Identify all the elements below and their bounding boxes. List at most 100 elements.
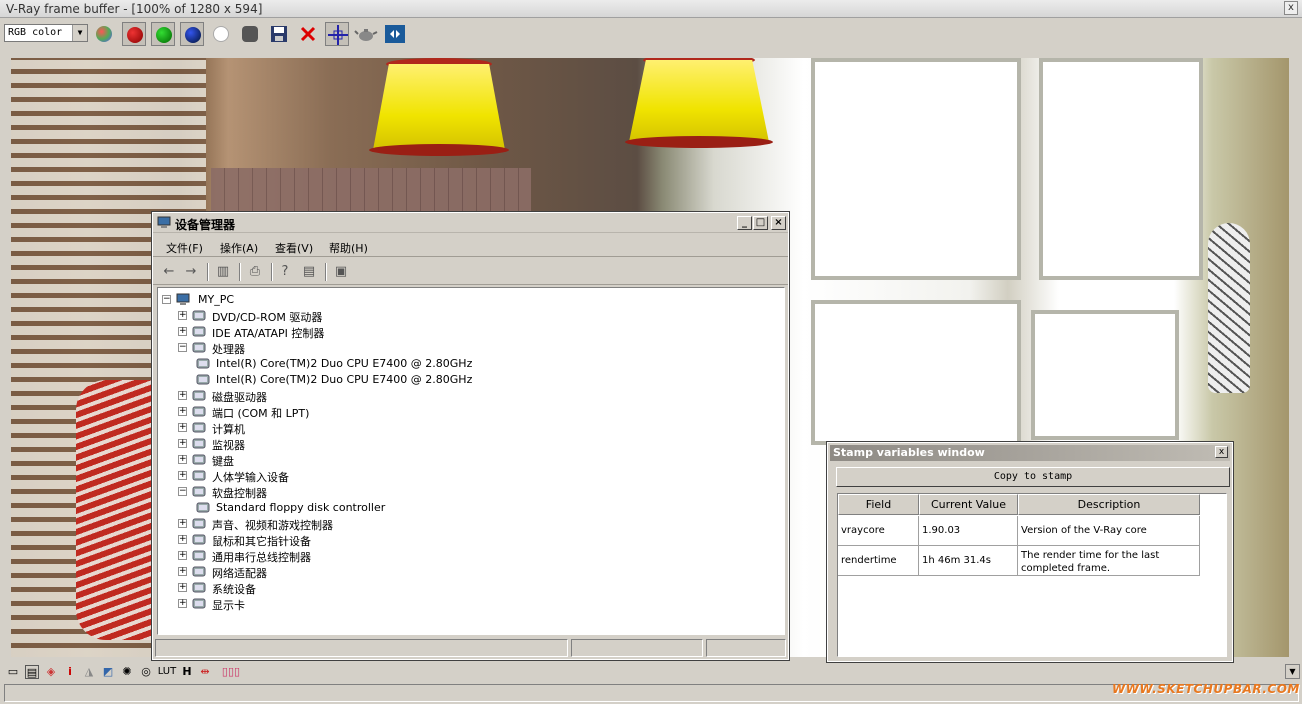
expand-toggle-icon[interactable]: +	[178, 583, 187, 592]
menu-bar: 文件(F) 操作(A) 查看(V) 帮助(H)	[153, 235, 788, 257]
color-picker-icon[interactable]: ◈	[44, 665, 58, 679]
pendant-lamp	[369, 58, 509, 156]
expand-toggle-icon[interactable]: +	[178, 311, 187, 320]
vfb-title-bar: V-Ray frame buffer - [100% of 1280 x 594…	[0, 0, 1302, 18]
tree-item-label: 网络适配器	[212, 567, 267, 580]
close-button[interactable]: ×	[771, 216, 786, 230]
expand-panel-button[interactable]: ▼	[1285, 664, 1300, 679]
pixel-icon[interactable]: ▯▯▯	[216, 665, 246, 679]
expand-toggle-icon[interactable]: +	[178, 439, 187, 448]
expand-toggle-icon[interactable]: +	[178, 535, 187, 544]
collapse-toggle-icon[interactable]: −	[178, 487, 187, 496]
expand-toggle-icon[interactable]: +	[178, 519, 187, 528]
alpha-channel-icon[interactable]	[209, 22, 233, 46]
vfb-title: V-Ray frame buffer - [100% of 1280 x 594…	[6, 2, 263, 16]
system-icon	[192, 582, 206, 593]
stamp-icon[interactable]: ▤	[25, 665, 39, 679]
toolbar-divider	[271, 263, 273, 281]
save-icon[interactable]	[267, 22, 291, 46]
expand-toggle-icon[interactable]: +	[178, 407, 187, 416]
table-cell-field[interactable]: vraycore	[838, 516, 919, 546]
lut-icon[interactable]: LUT	[157, 665, 177, 679]
vfb-close-button[interactable]: x	[1284, 1, 1298, 15]
info-icon[interactable]: i	[63, 665, 77, 679]
levels-icon[interactable]: ◮	[82, 665, 96, 679]
tree-item-label: 软盘控制器	[212, 487, 267, 500]
clear-icon[interactable]	[296, 22, 320, 46]
menu-action[interactable]: 操作(A)	[220, 240, 258, 256]
port-icon	[192, 406, 206, 417]
table-cell-field[interactable]: rendertime	[838, 546, 919, 576]
window-pane	[811, 300, 1021, 445]
monochrome-icon[interactable]	[238, 22, 262, 46]
column-header-field[interactable]: Field	[838, 494, 919, 515]
status-pane	[155, 639, 568, 657]
tree-item-label: 通用串行总线控制器	[212, 551, 311, 564]
table-cell-value[interactable]: 1.90.03	[919, 516, 1018, 546]
channel-select[interactable]: RGB color ▼	[4, 24, 88, 42]
expand-toggle-icon[interactable]: +	[178, 455, 187, 464]
vfb-bottom-toolbar: ▭ ▤ ◈ i ◮ ◩ ✺ ◎ LUT H ⇹ ▯▯▯	[0, 662, 1302, 682]
srgb-icon[interactable]: ⇹	[198, 665, 212, 679]
toolbar-divider	[207, 263, 209, 281]
green-channel-icon[interactable]	[151, 22, 175, 46]
tree-item-label: 鼠标和其它指针设备	[212, 535, 311, 548]
column-header-current-value[interactable]: Current Value	[919, 494, 1018, 515]
table-cell-description[interactable]: The render time for the last completed f…	[1018, 546, 1200, 576]
tree-item-label: 显示卡	[212, 599, 245, 612]
render-teapot-icon[interactable]	[354, 22, 378, 46]
track-mouse-icon[interactable]	[325, 22, 349, 46]
stamp-variables-window: Stamp variables window x Copy to stamp F…	[826, 441, 1234, 663]
expand-toggle-icon[interactable]: +	[178, 599, 187, 608]
lens-effects-icon[interactable]: ✺	[120, 665, 134, 679]
history-icon[interactable]: H	[180, 665, 194, 679]
floppy-controller-icon	[192, 486, 206, 497]
copy-to-stamp-button[interactable]: Copy to stamp	[836, 467, 1230, 487]
properties-help-icon[interactable]: ?	[277, 264, 293, 280]
print-icon[interactable]: ⎙	[247, 264, 263, 280]
tree-item-label: Standard floppy disk controller	[216, 501, 386, 514]
menu-view[interactable]: 查看(V)	[275, 240, 313, 256]
expand-toggle-icon[interactable]: +	[178, 471, 187, 480]
device-manager-toolbar: ← → ▥ ⎙ ? ▤ ▣	[153, 259, 788, 285]
stamp-window-title: Stamp variables window	[833, 446, 985, 459]
processor-icon	[192, 342, 206, 353]
back-arrow-icon[interactable]: ←	[161, 264, 177, 280]
exposure-icon[interactable]: ◎	[139, 665, 153, 679]
menu-file[interactable]: 文件(F)	[166, 240, 203, 256]
expand-toggle-icon[interactable]: +	[178, 423, 187, 432]
blue-channel-icon[interactable]	[180, 22, 204, 46]
properties-icon[interactable]: ▤	[301, 264, 317, 280]
device-manager-title-bar: 设备管理器 _ □ ×	[153, 213, 788, 233]
expand-toggle-icon[interactable]: +	[178, 551, 187, 560]
rgb-channels-icon[interactable]	[92, 22, 116, 46]
stamp-window-close-button[interactable]: x	[1215, 446, 1228, 458]
menu-help[interactable]: 帮助(H)	[329, 240, 368, 256]
vfb-application: V-Ray frame buffer - [100% of 1280 x 594…	[0, 0, 1302, 704]
ide-controller-icon	[192, 326, 206, 337]
mouse-icon	[192, 534, 206, 545]
forward-arrow-icon[interactable]: →	[183, 264, 199, 280]
expand-toggle-icon[interactable]: +	[178, 391, 187, 400]
expand-toggle-icon[interactable]: +	[178, 567, 187, 576]
expand-toggle-icon[interactable]: +	[178, 327, 187, 336]
show-corrections-icon[interactable]: ▭	[6, 665, 20, 679]
status-pane	[706, 639, 786, 657]
table-cell-description[interactable]: Version of the V-Ray core	[1018, 516, 1200, 546]
collapse-toggle-icon[interactable]: −	[178, 343, 187, 352]
curve-icon[interactable]: ◩	[101, 665, 115, 679]
minimize-button[interactable]: _	[737, 216, 752, 230]
region-render-icon[interactable]	[383, 22, 407, 46]
scan-hardware-icon[interactable]: ▣	[333, 264, 349, 280]
watermark: WWW.SKETCHUPBAR.COM	[1112, 682, 1300, 696]
show-hide-tree-icon[interactable]: ▥	[215, 264, 231, 280]
vase	[1208, 223, 1250, 393]
maximize-button[interactable]: □	[753, 216, 768, 230]
table-cell-value[interactable]: 1h 46m 31.4s	[919, 546, 1018, 576]
red-channel-icon[interactable]	[122, 22, 146, 46]
column-header-description[interactable]: Description	[1018, 494, 1200, 515]
device-manager-window: 设备管理器 _ □ × 文件(F) 操作(A) 查看(V) 帮助(H) ← → …	[151, 211, 790, 661]
tree-item-label: 键盘	[212, 455, 234, 468]
sound-icon	[192, 518, 206, 529]
tree-item-label: 监视器	[212, 439, 245, 452]
